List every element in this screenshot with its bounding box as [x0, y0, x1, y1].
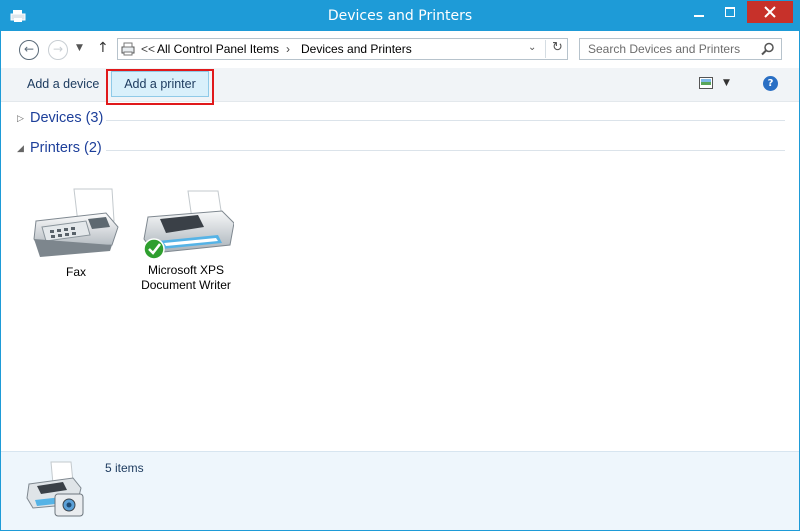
- devices-and-printers-icon: [26, 461, 84, 517]
- view-options-dropdown[interactable]: ▼: [723, 78, 730, 88]
- control-panel-icon: [121, 42, 135, 56]
- forward-button[interactable]: →: [48, 40, 68, 60]
- address-bar[interactable]: << All Control Panel Items › Devices and…: [117, 38, 568, 60]
- maximize-button[interactable]: [716, 1, 744, 23]
- highlight-box: [106, 69, 214, 105]
- back-button[interactable]: ←: [19, 40, 39, 60]
- devices-and-printers-window: Devices and Printers ← → ▼ ↑ << All Cont…: [0, 0, 800, 531]
- details-pane: 5 items: [1, 451, 799, 530]
- printers-group-header[interactable]: ◢ Printers (2): [17, 140, 785, 160]
- add-device-button[interactable]: Add a device: [19, 71, 107, 97]
- search-input[interactable]: Search Devices and Printers: [588, 42, 740, 56]
- expanded-triangle-icon: ◢: [17, 144, 24, 154]
- navigation-bar: ← → ▼ ↑ << All Control Panel Items › Dev…: [1, 31, 799, 68]
- search-box[interactable]: Search Devices and Printers: [579, 38, 782, 60]
- recent-locations-dropdown[interactable]: ▼: [76, 43, 83, 53]
- minimize-button[interactable]: [685, 1, 713, 23]
- group-divider: [106, 120, 785, 121]
- breadcrumb-overflow[interactable]: <<: [141, 42, 155, 56]
- change-view-icon[interactable]: [699, 77, 713, 89]
- collapsed-triangle-icon: ▷: [17, 114, 24, 124]
- search-icon[interactable]: [760, 41, 776, 57]
- title-bar[interactable]: Devices and Printers: [1, 1, 799, 31]
- close-button[interactable]: [747, 1, 793, 23]
- breadcrumb-separator[interactable]: ›: [286, 42, 290, 56]
- xps-label-line-2: Document Writer: [141, 278, 231, 292]
- window-title: Devices and Printers: [327, 8, 473, 24]
- back-arrow-icon: ←: [23, 42, 35, 56]
- fax-printer-item[interactable]: Fax: [21, 187, 131, 280]
- address-divider: [545, 40, 546, 58]
- group-divider: [106, 150, 785, 151]
- devices-group-header[interactable]: ▷ Devices (3): [17, 110, 785, 130]
- address-dropdown[interactable]: ⌄: [528, 42, 536, 53]
- printers-group-label[interactable]: Printers (2): [30, 140, 102, 156]
- item-count: 5 items: [105, 461, 144, 475]
- default-printer-check-icon: [143, 238, 165, 260]
- printer-icon: [143, 190, 234, 260]
- devices-group-label[interactable]: Devices (3): [30, 110, 103, 126]
- breadcrumb-devices-and-printers[interactable]: Devices and Printers: [301, 42, 412, 56]
- refresh-button[interactable]: ↻: [552, 40, 563, 55]
- xps-printer-item[interactable]: Microsoft XPS Document Writer: [130, 187, 242, 293]
- breadcrumb-all-control-panel-items[interactable]: All Control Panel Items: [157, 42, 279, 56]
- xps-label-line-1: Microsoft XPS: [147, 263, 225, 277]
- close-icon: [764, 6, 776, 18]
- forward-arrow-icon: →: [52, 42, 64, 56]
- up-button[interactable]: ↑: [97, 40, 109, 56]
- help-button[interactable]: ?: [763, 76, 778, 91]
- fax-label: Fax: [65, 265, 86, 279]
- fax-icon: [33, 188, 119, 257]
